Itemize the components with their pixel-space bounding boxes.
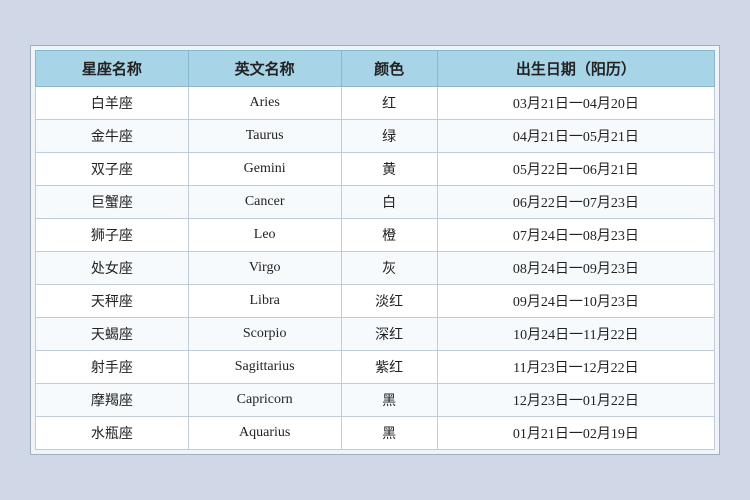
cell-row10-col0: 水瓶座 [36,417,189,450]
table-row: 处女座Virgo灰08月24日一09月23日 [36,252,715,285]
col-header-dates: 出生日期（阳历） [437,51,714,87]
table-row: 天蝎座Scorpio深红10月24日一11月22日 [36,318,715,351]
cell-row0-col1: Aries [188,87,341,120]
cell-row0-col0: 白羊座 [36,87,189,120]
cell-row1-col2: 绿 [341,120,437,153]
cell-row0-col2: 红 [341,87,437,120]
cell-row10-col3: 01月21日一02月19日 [437,417,714,450]
cell-row2-col1: Gemini [188,153,341,186]
cell-row3-col2: 白 [341,186,437,219]
cell-row4-col2: 橙 [341,219,437,252]
cell-row9-col1: Capricorn [188,384,341,417]
cell-row9-col0: 摩羯座 [36,384,189,417]
cell-row3-col0: 巨蟹座 [36,186,189,219]
cell-row7-col1: Scorpio [188,318,341,351]
cell-row3-col3: 06月22日一07月23日 [437,186,714,219]
zodiac-table: 星座名称 英文名称 颜色 出生日期（阳历） 白羊座Aries红03月21日一04… [35,50,715,450]
cell-row9-col3: 12月23日一01月22日 [437,384,714,417]
cell-row1-col3: 04月21日一05月21日 [437,120,714,153]
cell-row5-col3: 08月24日一09月23日 [437,252,714,285]
cell-row2-col3: 05月22日一06月21日 [437,153,714,186]
cell-row4-col3: 07月24日一08月23日 [437,219,714,252]
cell-row0-col3: 03月21日一04月20日 [437,87,714,120]
table-row: 白羊座Aries红03月21日一04月20日 [36,87,715,120]
cell-row9-col2: 黑 [341,384,437,417]
table-header-row: 星座名称 英文名称 颜色 出生日期（阳历） [36,51,715,87]
cell-row7-col3: 10月24日一11月22日 [437,318,714,351]
cell-row1-col0: 金牛座 [36,120,189,153]
cell-row3-col1: Cancer [188,186,341,219]
table-row: 金牛座Taurus绿04月21日一05月21日 [36,120,715,153]
cell-row5-col2: 灰 [341,252,437,285]
table-row: 巨蟹座Cancer白06月22日一07月23日 [36,186,715,219]
table-row: 水瓶座Aquarius黑01月21日一02月19日 [36,417,715,450]
cell-row2-col2: 黄 [341,153,437,186]
col-header-color: 颜色 [341,51,437,87]
cell-row10-col1: Aquarius [188,417,341,450]
cell-row1-col1: Taurus [188,120,341,153]
table-row: 摩羯座Capricorn黑12月23日一01月22日 [36,384,715,417]
cell-row8-col2: 紫红 [341,351,437,384]
cell-row8-col0: 射手座 [36,351,189,384]
cell-row5-col1: Virgo [188,252,341,285]
cell-row6-col0: 天秤座 [36,285,189,318]
cell-row10-col2: 黑 [341,417,437,450]
cell-row7-col2: 深红 [341,318,437,351]
cell-row2-col0: 双子座 [36,153,189,186]
col-header-chinese: 星座名称 [36,51,189,87]
cell-row8-col3: 11月23日一12月22日 [437,351,714,384]
cell-row6-col1: Libra [188,285,341,318]
cell-row4-col0: 狮子座 [36,219,189,252]
table-row: 天秤座Libra淡红09月24日一10月23日 [36,285,715,318]
table-row: 双子座Gemini黄05月22日一06月21日 [36,153,715,186]
cell-row6-col3: 09月24日一10月23日 [437,285,714,318]
cell-row5-col0: 处女座 [36,252,189,285]
cell-row6-col2: 淡红 [341,285,437,318]
table-row: 狮子座Leo橙07月24日一08月23日 [36,219,715,252]
zodiac-table-wrapper: 星座名称 英文名称 颜色 出生日期（阳历） 白羊座Aries红03月21日一04… [30,45,720,455]
col-header-english: 英文名称 [188,51,341,87]
table-row: 射手座Sagittarius紫红11月23日一12月22日 [36,351,715,384]
cell-row7-col0: 天蝎座 [36,318,189,351]
cell-row8-col1: Sagittarius [188,351,341,384]
cell-row4-col1: Leo [188,219,341,252]
